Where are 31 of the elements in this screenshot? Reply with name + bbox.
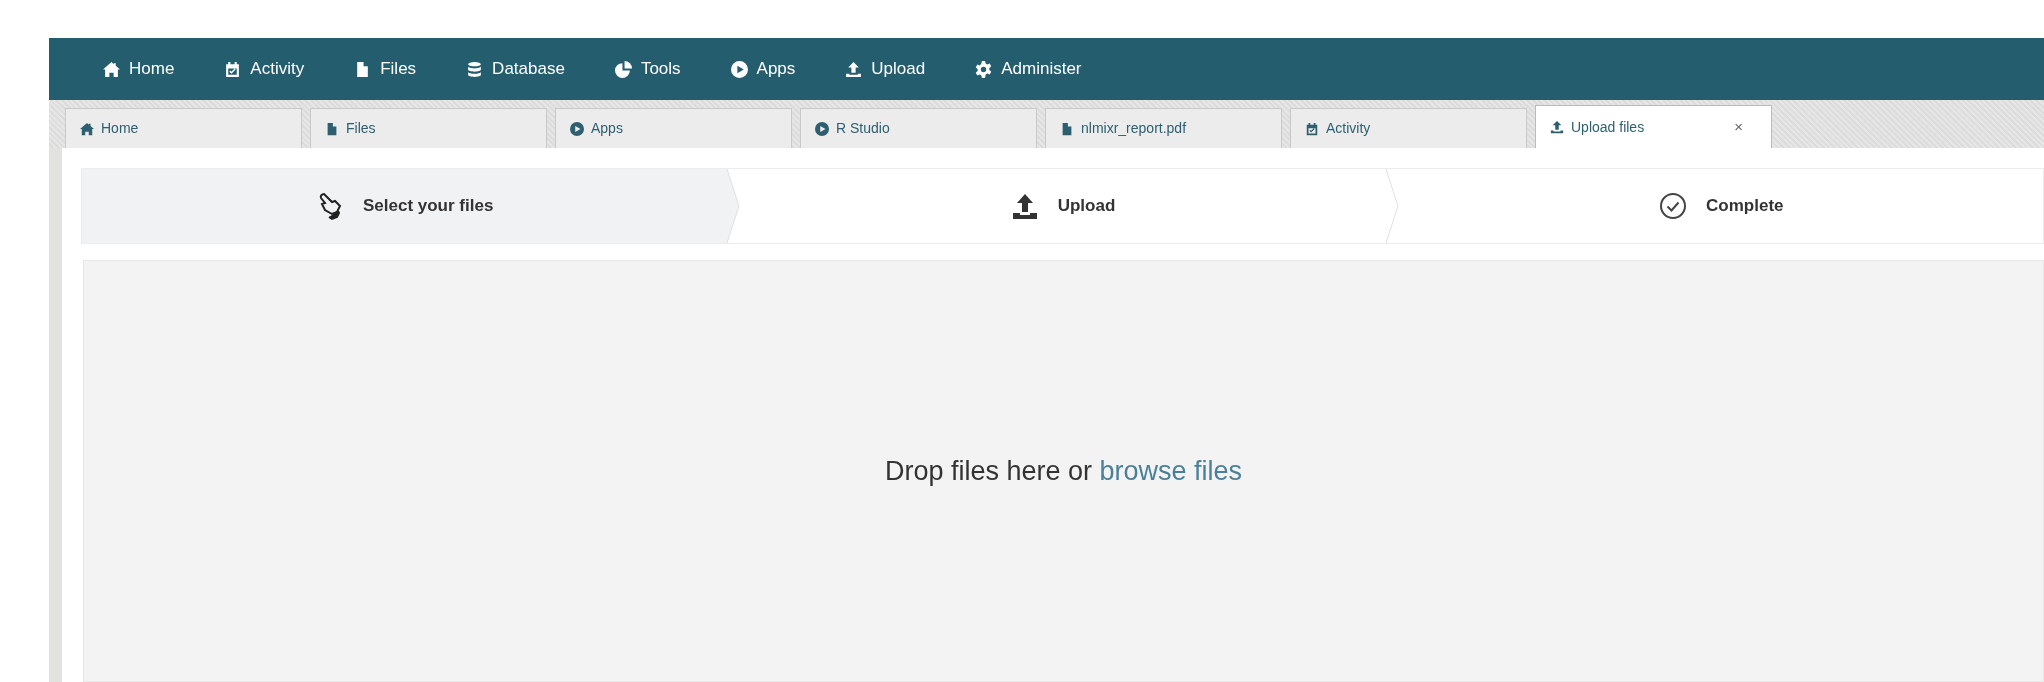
tab[interactable]: Home [65,108,302,148]
upload-icon [1550,120,1564,134]
calendar-icon [224,60,242,78]
nav-item[interactable]: Tools [596,56,699,82]
browse-files-link[interactable]: browse files [1099,455,1243,486]
tab[interactable]: R Studio [800,108,1037,148]
drop-zone[interactable]: Drop files here or browse files [83,260,2044,682]
nav-item[interactable]: Activity [206,56,323,82]
tab[interactable]: nlmixr_report.pdf [1045,108,1282,148]
home-icon [80,121,94,136]
check-circle-icon [1658,191,1689,221]
file-icon [325,121,339,136]
tab[interactable]: Upload files × [1535,105,1772,148]
nav-item[interactable]: Files [336,56,435,82]
nav-item[interactable]: Apps [712,56,814,82]
tab[interactable]: Files [310,108,547,148]
settings-icon [975,60,993,78]
nav-item[interactable]: Administer [957,56,1100,82]
tab[interactable]: Activity [1290,108,1527,148]
file-icon [1060,121,1074,136]
tab[interactable]: Apps [555,108,792,148]
upload-icon [845,60,863,78]
calendar-icon [1305,121,1319,136]
nav-item[interactable]: Database [448,56,583,82]
close-button[interactable]: × [1734,115,1757,139]
pie-chart-icon [614,60,632,78]
drop-instruction: Drop files here or browse files [884,454,1243,488]
database-icon [466,60,484,78]
nav-item[interactable]: Home [85,56,193,82]
home-icon [103,60,120,78]
nav-item[interactable]: Upload [827,56,944,82]
